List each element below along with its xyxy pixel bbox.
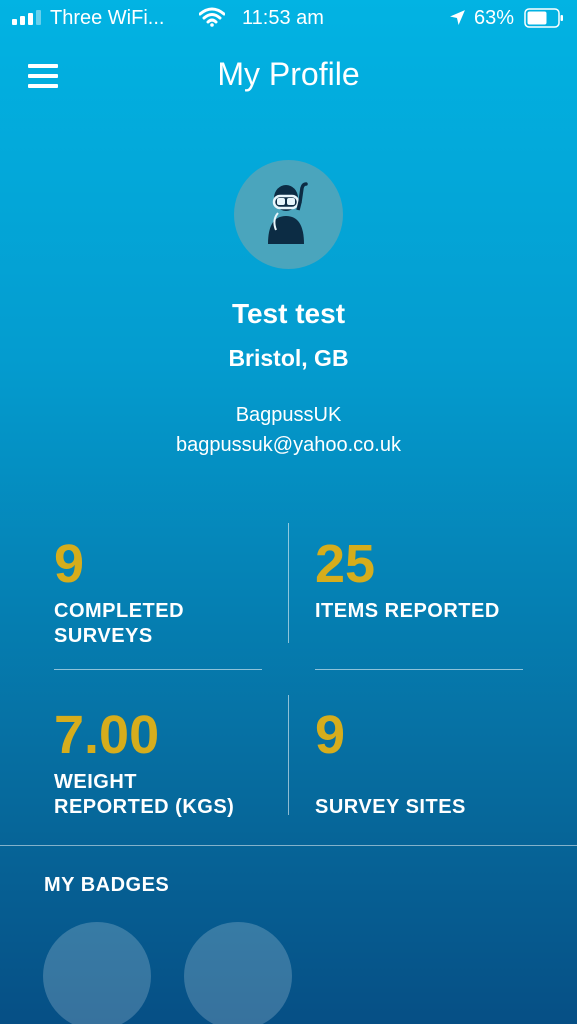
stat-value: 9 [54, 534, 85, 594]
vertical-divider [288, 523, 289, 643]
profile-email: bagpussuk@yahoo.co.uk [176, 434, 401, 456]
stat-value: 7.00 [54, 705, 160, 765]
stat-label: WEIGHT REPORTED (KGS) [54, 771, 235, 818]
horizontal-divider [315, 669, 523, 670]
battery-icon [524, 8, 563, 28]
status-bar: Three WiFi... 11:53 am 63% [0, 0, 577, 38]
stat-label: ITEMS REPORTED [315, 600, 500, 622]
stat-survey-sites: 9 SURVEY SITES [315, 708, 466, 820]
status-time: 11:53 am [242, 7, 324, 29]
profile-location: Bristol, GB [228, 345, 349, 371]
vertical-divider [288, 695, 289, 815]
stat-value: 9 [315, 705, 346, 765]
stat-value: 25 [315, 534, 376, 594]
cellular-signal-icon [12, 9, 41, 25]
stat-items-reported: 25 ITEMS REPORTED [315, 537, 500, 624]
page-title: My Profile [217, 56, 360, 92]
section-divider [0, 845, 577, 846]
stat-weight-reported: 7.00 WEIGHT REPORTED (KGS) [54, 708, 234, 820]
stat-label: COMPLETED SURVEYS [54, 600, 185, 647]
scuba-diver-icon [267, 181, 308, 244]
profile-name: Test test [231, 298, 346, 329]
stat-label: SURVEY SITES [315, 796, 466, 818]
badges-section-title: MY BADGES [44, 874, 170, 896]
badge-placeholder[interactable] [184, 922, 292, 1024]
profile-username: BagpussUK [235, 404, 342, 426]
horizontal-divider [54, 669, 262, 670]
carrier-name: Three WiFi... [50, 7, 165, 29]
location-arrow-icon [450, 10, 465, 25]
battery-percent: 63% [474, 7, 515, 29]
wifi-icon [199, 7, 225, 27]
avatar [234, 160, 343, 269]
stat-completed-surveys: 9 COMPLETED SURVEYS [54, 537, 184, 649]
badge-placeholder[interactable] [43, 922, 151, 1024]
